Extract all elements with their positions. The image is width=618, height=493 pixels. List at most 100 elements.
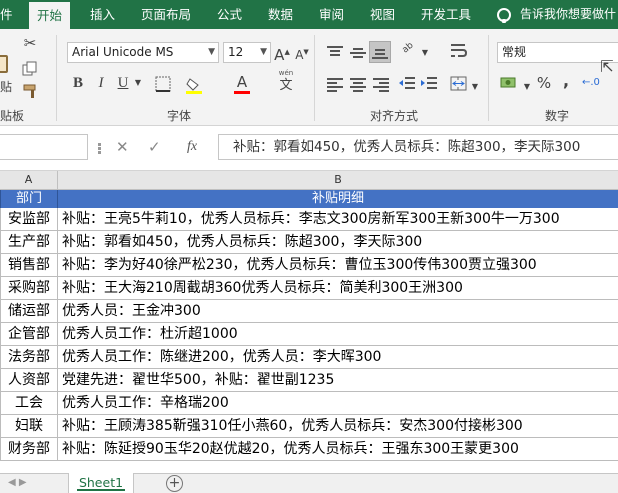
borders-button[interactable] xyxy=(155,76,171,92)
table-row: 生产部 补贴：郭看如450，优秀人员标兵：陈超300，李天际300 xyxy=(0,231,618,254)
underline-button[interactable]: U xyxy=(115,73,131,93)
increase-decimal-button[interactable]: ←.0 xyxy=(582,73,618,93)
department-cell[interactable]: 妇联 xyxy=(0,415,58,438)
sheet-tab-sheet1[interactable]: Sheet1 xyxy=(68,473,134,493)
header-cell-department[interactable]: 部门 xyxy=(0,190,58,208)
insert-function-button[interactable]: fx xyxy=(187,134,197,160)
name-box[interactable] xyxy=(0,134,88,160)
column-header-b[interactable]: B xyxy=(58,171,618,190)
phonetic-button[interactable]: wén 文 xyxy=(276,69,296,95)
details-cell[interactable]: 补贴：郭看如450，优秀人员标兵：陈超300，李天际300 xyxy=(58,231,618,254)
shrink-font-button[interactable]: A▼ xyxy=(294,42,310,62)
department-cell[interactable]: 企管部 xyxy=(0,323,58,346)
tab-insert[interactable]: 插入 xyxy=(90,0,115,29)
department-cell[interactable]: 财务部 xyxy=(0,438,58,461)
outdent-icon xyxy=(399,77,415,89)
font-size-value: 12 xyxy=(228,45,244,59)
tab-developer[interactable]: 开发工具 xyxy=(421,0,471,29)
font-size-select[interactable]: 12 ▼ xyxy=(223,42,271,63)
align-top-icon[interactable] xyxy=(327,45,343,59)
column-header-a[interactable]: A xyxy=(0,171,58,190)
comma-style-button[interactable]: , xyxy=(560,71,572,91)
department-cell[interactable]: 安监部 xyxy=(0,208,58,231)
details-cell[interactable]: 优秀人员工作：杜沂超1000 xyxy=(58,323,618,346)
format-painter-button[interactable] xyxy=(22,83,40,99)
department-cell[interactable]: 销售部 xyxy=(0,254,58,277)
details-cell[interactable]: 补贴：李为好40徐严松230，优秀人员标兵：曹位玉300传伟300贾立强300 xyxy=(58,254,618,277)
grow-font-glyph: A xyxy=(274,46,285,64)
number-group-label: 数字 xyxy=(545,109,570,123)
align-bottom-button[interactable] xyxy=(369,41,391,63)
table-row: 工会 优秀人员工作：辛格瑞200 xyxy=(0,392,618,415)
department-cell[interactable]: 采购部 xyxy=(0,277,58,300)
decrease-indent-button[interactable] xyxy=(398,75,416,93)
department-cell[interactable]: 储运部 xyxy=(0,300,58,323)
font-color-button[interactable]: A xyxy=(233,72,251,94)
tab-review[interactable]: 审阅 xyxy=(319,0,344,29)
tab-formulas[interactable]: 公式 xyxy=(217,0,242,29)
copy-button[interactable] xyxy=(22,61,38,77)
formula-bar: ✕ ✓ fx 补贴：郭看如450，优秀人员标兵：陈超300，李天际300 xyxy=(0,126,618,171)
sheet-nav-arrows[interactable]: ◀ ▶ xyxy=(8,477,27,488)
font-color-glyph: A xyxy=(236,73,248,91)
tab-page-layout[interactable]: 页面布局 xyxy=(141,0,191,29)
wrap-text-icon xyxy=(451,44,468,57)
group-divider xyxy=(488,35,489,121)
details-cell[interactable]: 优秀人员工作：辛格瑞200 xyxy=(58,392,618,415)
align-right-icon[interactable] xyxy=(373,77,389,92)
border-icon xyxy=(155,76,171,92)
orientation-button[interactable]: ab xyxy=(398,39,418,63)
grow-font-button[interactable]: A▲ xyxy=(274,42,290,64)
orientation-dropdown[interactable]: ▼ xyxy=(420,43,430,59)
formula-input[interactable]: 补贴：郭看如450，优秀人员标兵：陈超300，李天际300 xyxy=(218,134,618,160)
fill-color-button[interactable] xyxy=(186,76,204,94)
wrap-text-button[interactable] xyxy=(450,42,468,60)
tab-view[interactable]: 视图 xyxy=(370,0,395,29)
details-cell[interactable]: 补贴：陈延授90玉华20赵优越20，优秀人员标兵：王强东300王蒙更300 xyxy=(58,438,618,461)
department-cell[interactable]: 生产部 xyxy=(0,231,58,254)
add-sheet-button[interactable]: + xyxy=(166,475,183,492)
enter-formula-button[interactable]: ✓ xyxy=(148,134,161,160)
details-cell[interactable]: 补贴：王亮5牛莉10，优秀人员标兵：李志文300房新军300王新300牛一万30… xyxy=(58,208,618,231)
orientation-ab: ab xyxy=(400,40,416,56)
paste-button[interactable]: 贴 xyxy=(0,51,12,97)
align-left-icon[interactable] xyxy=(327,77,343,92)
percent-button[interactable]: % xyxy=(536,73,552,93)
underline-dropdown[interactable]: ▼ xyxy=(133,73,143,93)
tell-me-box[interactable]: 告诉我你想要做什 xyxy=(497,0,616,29)
header-cell-details[interactable]: 补贴明细 xyxy=(58,190,618,208)
tab-data[interactable]: 数据 xyxy=(268,0,293,29)
department-cell[interactable]: 人资部 xyxy=(0,369,58,392)
align-middle-icon[interactable] xyxy=(350,45,366,59)
group-divider xyxy=(314,35,315,121)
details-cell[interactable]: 优秀人员：王金冲300 xyxy=(58,300,618,323)
details-cell[interactable]: 补贴：王大海210周截胡360优秀人员标兵：简美利300王洲300 xyxy=(58,277,618,300)
ribbon-home: 贴 ✂ 贴板 Arial Unicode MS▼ 12▼ A▲ A▼ B I xyxy=(0,29,618,126)
merge-dropdown[interactable]: ▼ xyxy=(470,77,480,93)
phonetic-char: 文 xyxy=(279,78,293,93)
currency-icon xyxy=(500,77,516,88)
increase-indent-button[interactable] xyxy=(420,75,438,93)
tab-file[interactable]: 件 xyxy=(0,0,13,29)
tab-home[interactable]: 开始 xyxy=(29,2,71,29)
font-name-select[interactable]: Arial Unicode MS ▼ xyxy=(67,42,219,63)
merge-center-button[interactable] xyxy=(450,75,468,93)
department-cell[interactable]: 工会 xyxy=(0,392,58,415)
scissors-icon[interactable]: ✂ xyxy=(22,35,38,51)
cancel-formula-button[interactable]: ✕ xyxy=(116,134,129,160)
column-letter-a: A xyxy=(24,173,33,186)
details-cell[interactable]: 党建先进：翟世华500，补贴：翟世副1235 xyxy=(58,369,618,392)
italic-button[interactable]: I xyxy=(93,73,109,93)
details-cell[interactable]: 优秀人员工作：陈继进200，优秀人员：李大晖300 xyxy=(58,346,618,369)
details-cell[interactable]: 补贴：王顾涛385靳强310任小燕60，优秀人员标兵：安杰300付接彬300 xyxy=(58,415,618,438)
accounting-format-button[interactable] xyxy=(500,73,520,93)
lightbulb-icon xyxy=(497,7,511,23)
indent-icon xyxy=(421,77,437,89)
bold-button[interactable]: B xyxy=(70,73,86,93)
accounting-dropdown[interactable]: ▼ xyxy=(522,77,532,91)
clipboard-group-label: 贴板 xyxy=(0,109,25,123)
align-center-icon[interactable] xyxy=(350,77,366,92)
empty-rows[interactable] xyxy=(0,464,618,473)
excel-window: 件 开始 插入 页面布局 公式 数据 审阅 视图 开发工具 告诉我你想要做什 贴… xyxy=(0,0,618,493)
department-cell[interactable]: 法务部 xyxy=(0,346,58,369)
